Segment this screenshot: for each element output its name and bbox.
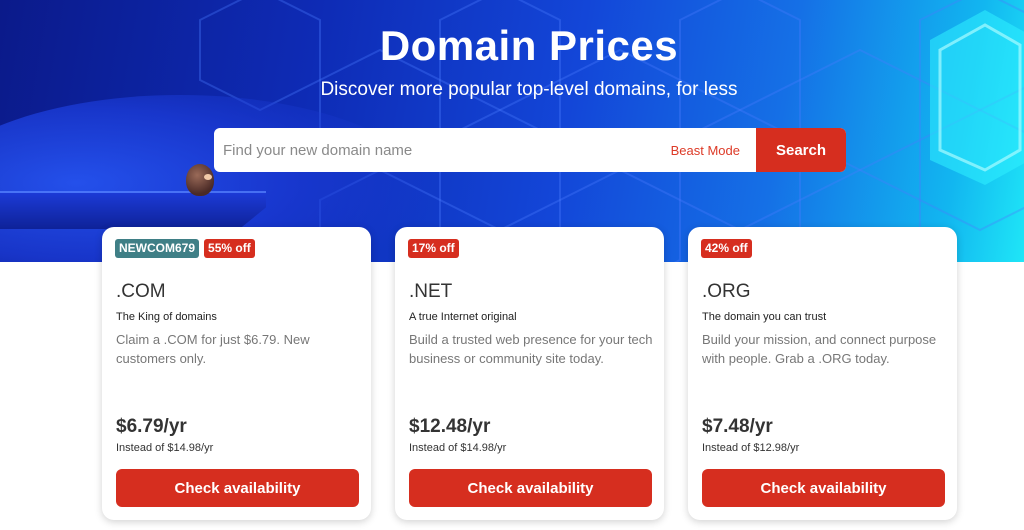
page-title: Domain Prices xyxy=(379,22,679,69)
domain-card-org: 42% off .ORG The domain you can trust Bu… xyxy=(688,227,957,520)
tld-original-price: Instead of $14.98/yr xyxy=(116,442,214,454)
tld-name: .NET xyxy=(409,281,453,302)
tld-description: Build your mission, and connect purpose … xyxy=(702,332,937,366)
card-badges: NEWCOM679 55% off xyxy=(115,239,255,258)
mascot-icon xyxy=(186,164,214,196)
tld-tagline: A true Internet original xyxy=(409,311,517,323)
card-badges: 17% off xyxy=(408,239,459,258)
tld-price: $12.48/yr xyxy=(409,416,491,437)
domain-card-com: NEWCOM679 55% off .COM The King of domai… xyxy=(102,227,371,520)
domain-search-bar: Beast Mode Search xyxy=(214,128,846,172)
card-badges: 42% off xyxy=(701,239,752,258)
check-availability-button[interactable]: Check availability xyxy=(702,469,945,507)
discount-badge: 17% off xyxy=(408,239,459,258)
search-button[interactable]: Search xyxy=(756,128,846,172)
page-subtitle: Discover more popular top-level domains,… xyxy=(320,79,738,100)
check-availability-button[interactable]: Check availability xyxy=(409,469,652,507)
domain-card-net: 17% off .NET A true Internet original Bu… xyxy=(395,227,664,520)
domain-search-input[interactable] xyxy=(214,128,671,172)
tld-name: .ORG xyxy=(702,281,751,302)
beast-mode-link[interactable]: Beast Mode xyxy=(671,143,740,158)
tld-tagline: The domain you can trust xyxy=(702,311,827,323)
ledge-illustration xyxy=(0,193,266,229)
tld-tagline: The King of domains xyxy=(116,311,217,323)
tld-price: $7.48/yr xyxy=(702,416,773,437)
tld-description: Build a trusted web presence for your te… xyxy=(409,332,653,366)
promo-code-badge: NEWCOM679 xyxy=(115,239,200,258)
tld-description: Claim a .COM for just $6.79. New custome… xyxy=(116,332,310,366)
check-availability-button[interactable]: Check availability xyxy=(116,469,359,507)
hero-banner: Domain Prices Discover more popular top-… xyxy=(0,0,1024,262)
discount-badge: 42% off xyxy=(701,239,752,258)
discount-badge: 55% off xyxy=(204,239,255,258)
tld-original-price: Instead of $12.98/yr xyxy=(702,442,800,454)
tld-name: .COM xyxy=(116,281,166,302)
tld-price: $6.79/yr xyxy=(116,416,187,437)
tld-original-price: Instead of $14.98/yr xyxy=(409,442,507,454)
